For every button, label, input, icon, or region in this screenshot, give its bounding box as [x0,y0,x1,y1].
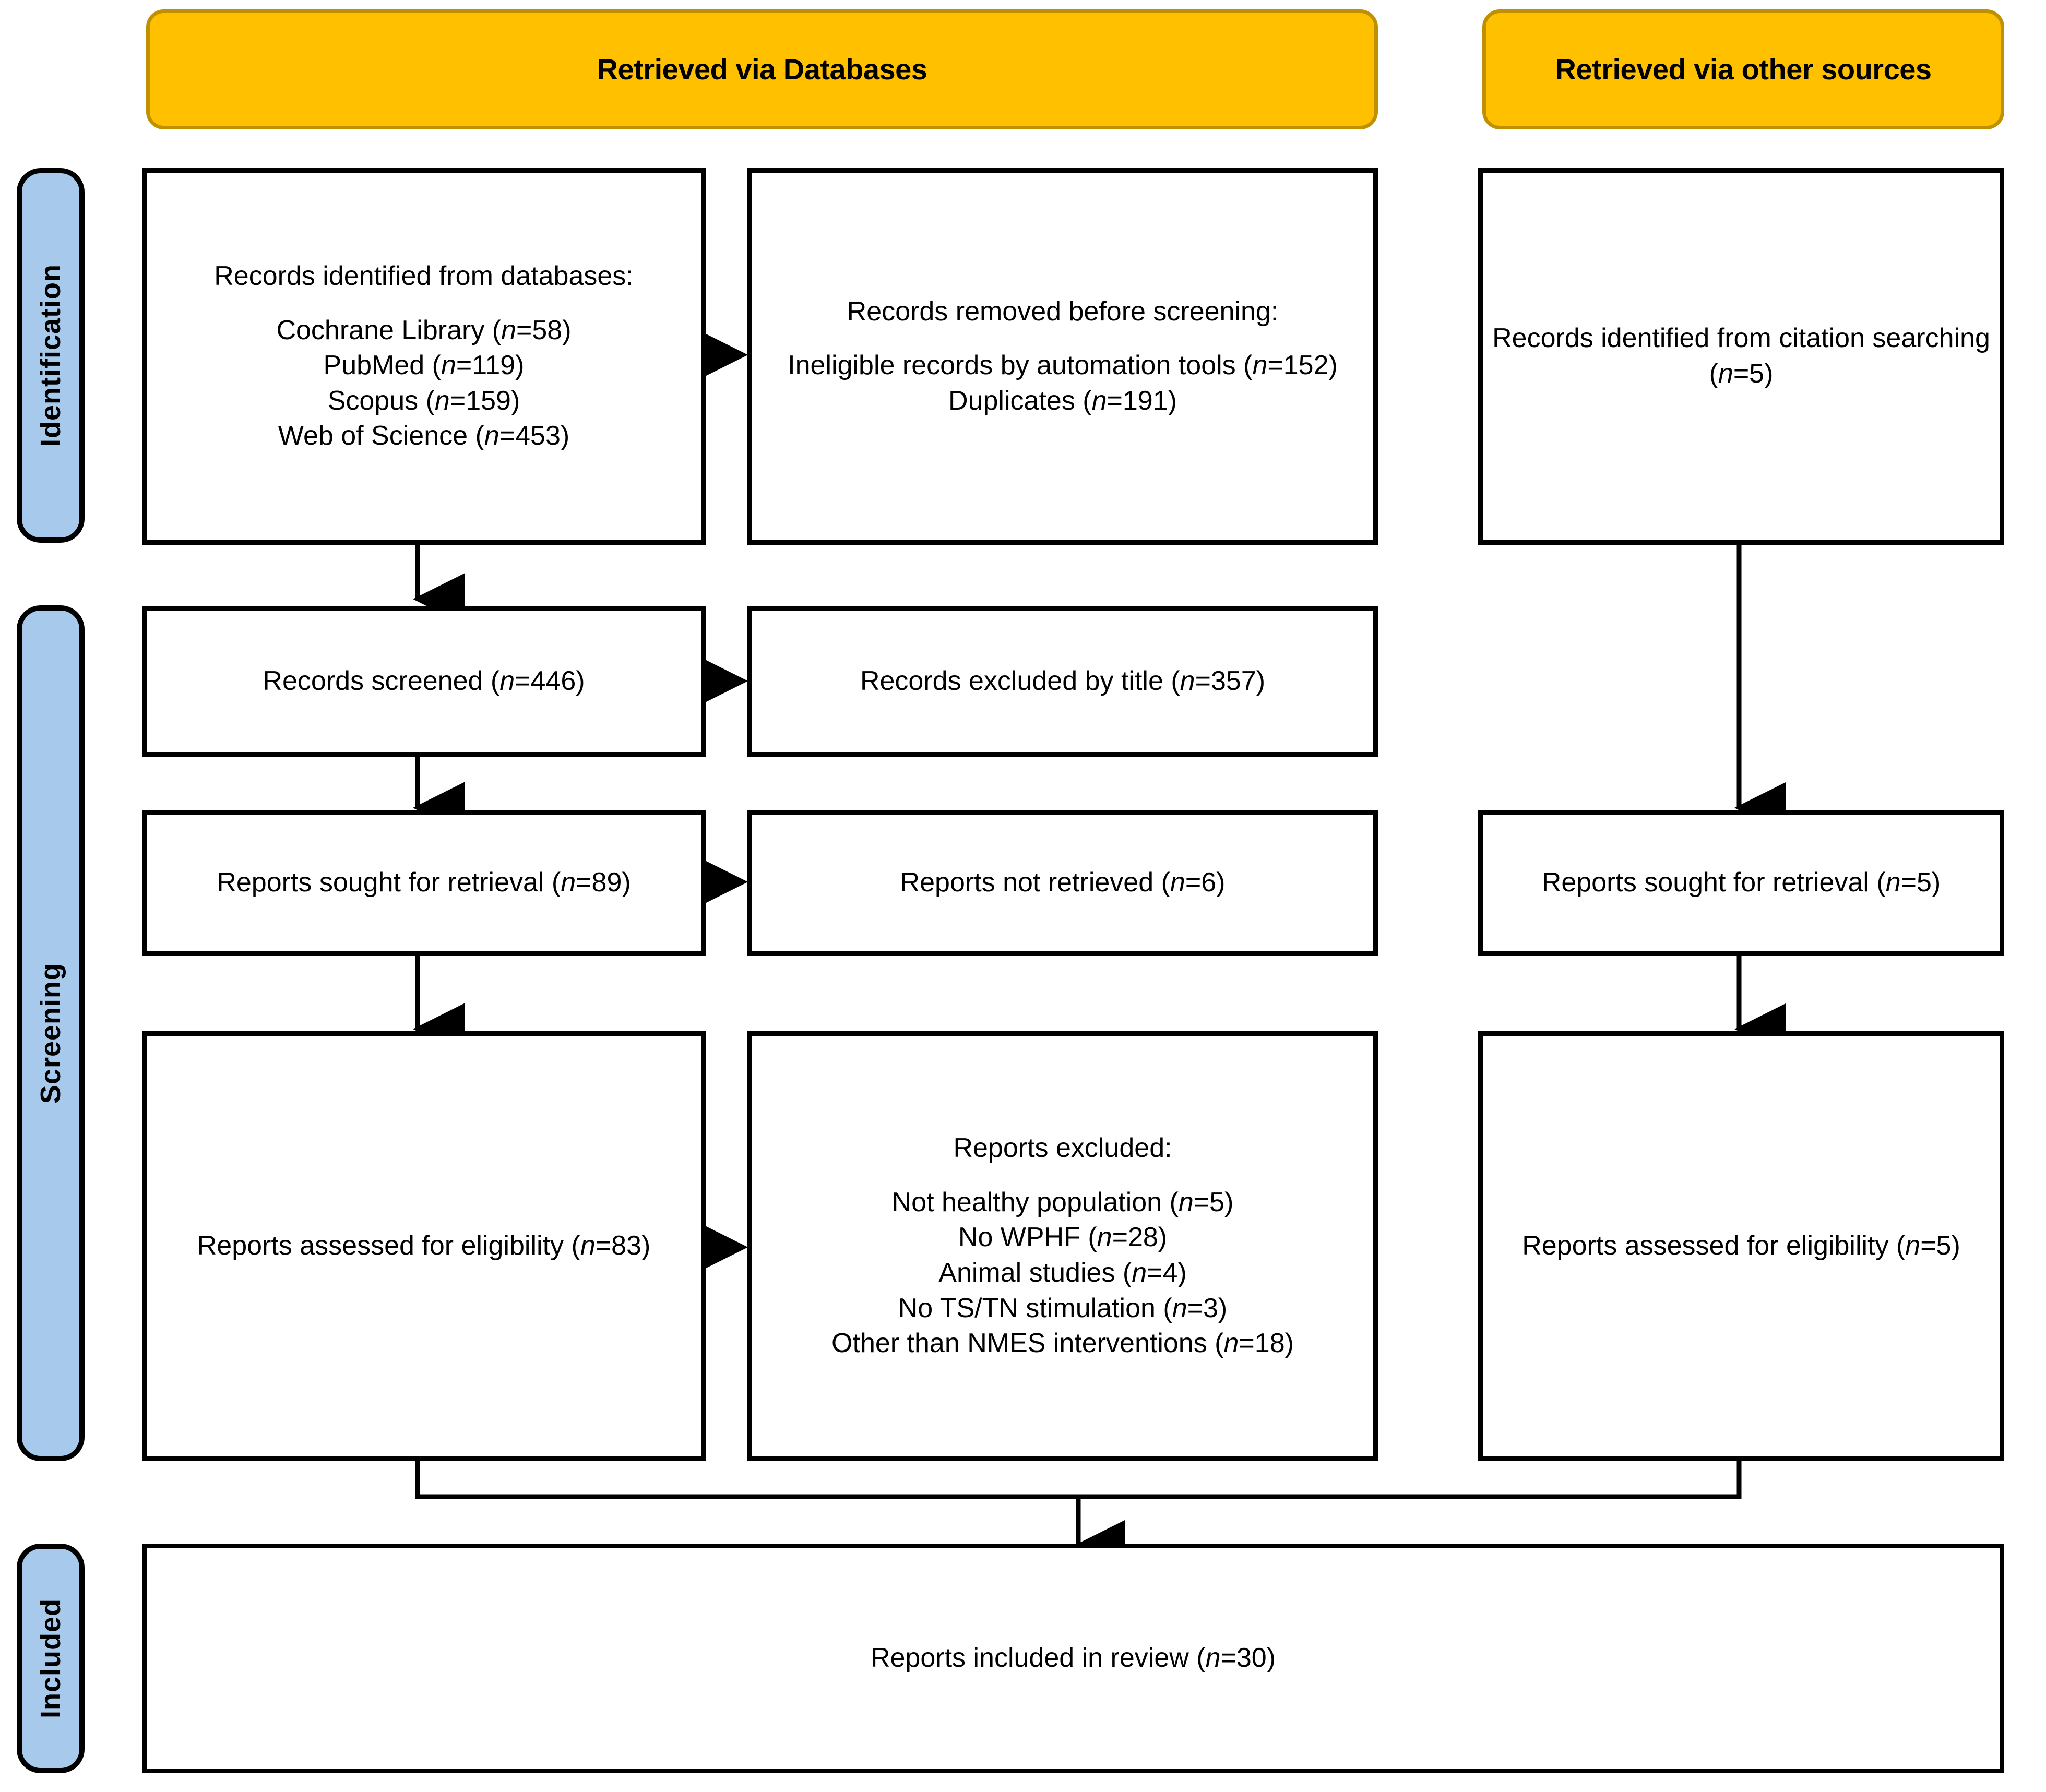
box-records-excluded-by-title: Records excluded by title (n=357) [747,606,1378,757]
box-reports-sought-for-retrieval: Reports sought for retrieval (n=89) [142,810,706,956]
box-reports-included-in-review: Reports included in review (n=30) [142,1544,2004,1773]
records-identified-items: Cochrane Library (n=58) PubMed (n=119) S… [155,313,693,454]
records-identified-item: Scopus (n=159) [327,385,520,416]
banner-retrieved-via-other-sources: Retrieved via other sources [1482,9,2004,129]
reports-assessed-text: Reports assessed for eligibility (n=83) [197,1230,651,1261]
reports-excluded-item: Other than NMES interventions (n=18) [831,1328,1294,1359]
reports-included-text: Reports included in review (n=30) [870,1643,1276,1674]
records-removed-item: Duplicates (n=191) [948,385,1177,416]
stage-tab-identification: Identification [17,168,85,543]
other-reports-assessed-text: Reports assessed for eligibility (n=5) [1522,1230,1960,1261]
box-reports-not-retrieved: Reports not retrieved (n=6) [747,810,1378,956]
records-removed-items: Ineligible records by automation tools (… [760,348,1365,419]
records-identified-item: Web of Science (n=453) [278,421,570,451]
records-identified-item: PubMed (n=119) [323,350,525,381]
stage-tab-included: Included [17,1544,85,1773]
reports-sought-text: Reports sought for retrieval (n=89) [217,867,631,898]
connector-merge-to-included [415,1461,1742,1499]
reports-excluded-item: No WPHF (n=28) [958,1222,1168,1253]
prisma-flow-diagram: Retrieved via Databases Retrieved via ot… [0,0,2046,1792]
box-reports-assessed-for-eligibility: Reports assessed for eligibility (n=83) [142,1031,706,1461]
other-identified-text: Records identified from citation searchi… [1492,323,1990,389]
box-reports-excluded: Reports excluded: Not healthy population… [747,1031,1378,1461]
reports-excluded-item: Not healthy population (n=5) [891,1187,1234,1217]
stage-tab-screening-label: Screening [35,962,66,1104]
stage-tab-identification-label: Identification [35,264,66,447]
box-records-screened: Records screened (n=446) [142,606,706,757]
box-other-reports-sought-for-retrieval: Reports sought for retrieval (n=5) [1478,810,2004,956]
box-records-removed-before-screening: Records removed before screening: Inelig… [747,168,1378,545]
stage-tab-screening: Screening [17,605,85,1461]
records-removed-item: Ineligible records by automation tools (… [788,350,1338,381]
banner-databases-label: Retrieved via Databases [597,52,927,86]
reports-excluded-item: Animal studies (n=4) [938,1258,1187,1288]
records-identified-heading: Records identified from databases: [214,261,634,292]
reports-excluded-heading: Reports excluded: [953,1133,1172,1164]
reports-excluded-item: No TS/TN stimulation (n=3) [898,1293,1228,1323]
reports-excluded-items: Not healthy population (n=5) No WPHF (n=… [760,1185,1365,1361]
box-other-reports-assessed-for-eligibility: Reports assessed for eligibility (n=5) [1478,1031,2004,1461]
stage-tab-included-label: Included [35,1598,66,1718]
banner-retrieved-via-databases: Retrieved via Databases [146,9,1378,129]
box-records-identified-from-databases: Records identified from databases: Cochr… [142,168,706,545]
records-screened-text: Records screened (n=446) [263,666,585,697]
records-removed-heading: Records removed before screening: [847,296,1279,327]
reports-not-retrieved-text: Reports not retrieved (n=6) [900,867,1226,898]
box-records-identified-citation-searching: Records identified from citation searchi… [1478,168,2004,545]
records-excluded-title-text: Records excluded by title (n=357) [860,666,1266,697]
other-reports-sought-text: Reports sought for retrieval (n=5) [1541,867,1941,898]
banner-other-sources-label: Retrieved via other sources [1555,52,1932,86]
records-identified-item: Cochrane Library (n=58) [276,315,572,345]
